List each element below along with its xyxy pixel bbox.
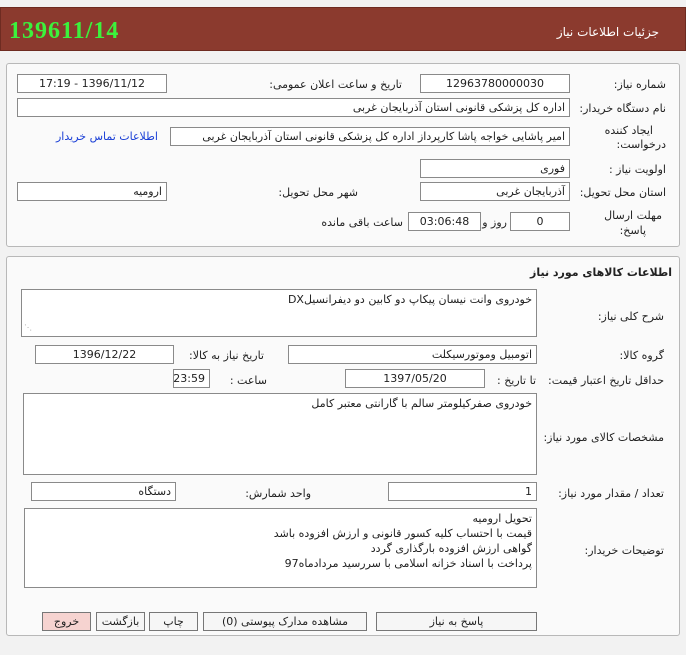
announce-field: 1396/11/12 - 17:19 xyxy=(17,74,167,93)
attachments-button[interactable]: مشاهده مدارک پیوستی (0) xyxy=(203,612,367,631)
specs-text: خودروی صفرکیلومتر سالم با گارانتی معتبر … xyxy=(311,397,532,410)
reply-button[interactable]: پاسخ به نیاز xyxy=(376,612,537,631)
deadline-label-1: مهلت ارسال xyxy=(604,209,662,222)
qty-label: تعداد / مقدار مورد نیاز: xyxy=(558,487,664,500)
days-field: 0 xyxy=(510,212,570,231)
days-label: روز و xyxy=(482,216,507,229)
city-field: ارومیه xyxy=(17,182,167,201)
creator-label-1: ایجاد کننده xyxy=(604,124,653,137)
unit-label: واحد شمارش: xyxy=(245,487,311,500)
deadline-label-2: پاسخ: xyxy=(619,224,646,237)
print-button[interactable]: چاپ xyxy=(149,612,198,631)
province-field: آذربایجان غربی xyxy=(420,182,570,201)
city-label: شهر محل تحویل: xyxy=(278,186,358,199)
unit-field: دستگاه xyxy=(31,482,176,501)
desc-text: خودروی وانت نیسان پیکاپ دو کابین دو دیفر… xyxy=(287,293,532,306)
need-date-label: تاریخ نیاز به کالا: xyxy=(189,349,264,362)
until-date-field: 1397/05/20 xyxy=(345,369,485,388)
qty-field: 1 xyxy=(388,482,537,501)
announce-label: تاریخ و ساعت اعلان عمومی: xyxy=(269,78,402,91)
buyer-field: اداره کل پزشکی قانونی استان آذربایجان غر… xyxy=(17,98,570,117)
buyer-label: نام دستگاه خریدار: xyxy=(579,102,666,115)
need-date-field: 1396/12/22 xyxy=(35,345,174,364)
hour-field: 23:59 xyxy=(173,369,210,388)
specs-label: مشخصات کالای مورد نیاز: xyxy=(543,431,664,444)
hour-label: ساعت : xyxy=(229,374,267,387)
remaining-label: ساعت باقی مانده xyxy=(321,216,403,229)
notes-area: تحویل ارومیه قیمت با احتساب کلیه کسور قا… xyxy=(24,508,537,588)
creator-label-2: درخواست: xyxy=(616,138,666,151)
exit-button[interactable]: خروج xyxy=(42,612,91,631)
need-number-label: شماره نیاز: xyxy=(613,78,666,91)
page-header: 139611/14 جزئیات اطلاعات نیاز xyxy=(0,7,686,51)
back-button[interactable]: بازگشت xyxy=(96,612,145,631)
resize-grip-icon: ⋰ xyxy=(24,323,32,332)
desc-area: خودروی وانت نیسان پیکاپ دو کابین دو دیفر… xyxy=(21,289,537,337)
province-label: استان محل تحویل: xyxy=(579,186,666,199)
need-number-field: 12963780000030 xyxy=(420,74,570,93)
priority-label: اولویت نیاز : xyxy=(608,163,666,176)
until-date-label: تا تاریخ : xyxy=(497,374,536,387)
specs-area: خودروی صفرکیلومتر سالم با گارانتی معتبر … xyxy=(23,393,537,475)
group-field: اتومبیل وموتورسیکلت xyxy=(288,345,537,364)
priority-field: فوری xyxy=(420,159,570,178)
notes-line: پرداخت با اسناد خزانه اسلامی با سررسید م… xyxy=(284,557,532,570)
contact-buyer-link[interactable]: اطلاعات تماس خریدار xyxy=(56,130,158,143)
time-remaining-field: 03:06:48 xyxy=(408,212,481,231)
min-price-date-label: حداقل تاریخ اعتبار قیمت: xyxy=(548,374,664,387)
desc-label: شرح کلی نیاز: xyxy=(597,310,664,323)
notes-line: قیمت با احتساب کلیه کسور قانونی و ارزش ا… xyxy=(273,527,532,540)
notes-line: گواهی ارزش افزوده بارگذاری گردد xyxy=(370,542,532,555)
notes-label: توضیحات خریدار: xyxy=(584,544,665,557)
creator-field: امیر پاشایی خواجه پاشا کارپرداز اداره کل… xyxy=(170,127,570,146)
page-title: جزئیات اطلاعات نیاز xyxy=(556,25,659,39)
notes-line: تحویل ارومیه xyxy=(472,512,532,525)
goods-section-title: اطلاعات کالاهای مورد نیاز xyxy=(530,266,672,279)
group-label: گروه کالا: xyxy=(619,349,664,362)
header-need-number: 139611/14 xyxy=(9,18,120,44)
